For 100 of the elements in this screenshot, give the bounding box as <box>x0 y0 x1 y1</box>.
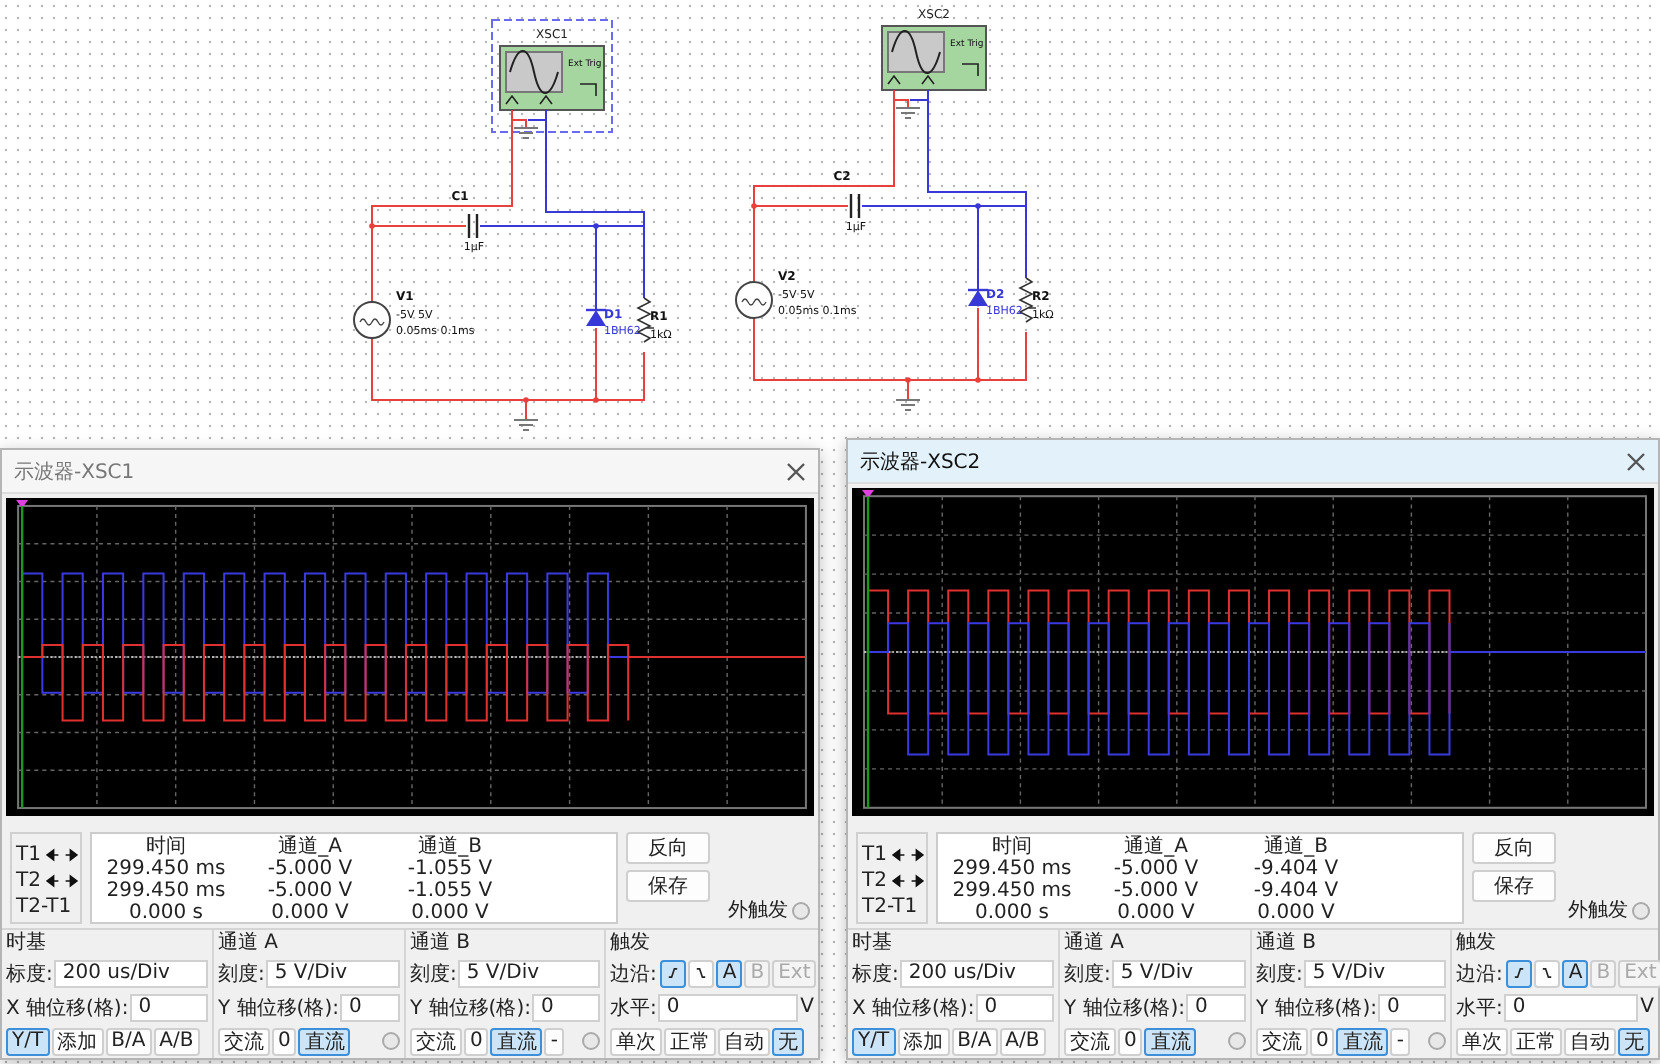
coupling-button[interactable]: 0 <box>1118 1027 1143 1055</box>
source-button[interactable]: A <box>716 959 743 987</box>
field-label: Y 轴位移(格): <box>1256 995 1377 1021</box>
group-title: 通道 A <box>1064 932 1127 954</box>
mode-button[interactable]: 单次 <box>610 1027 662 1055</box>
capacitor-symbol <box>467 212 479 240</box>
window-title: 示波器-XSC2 <box>860 449 981 475</box>
coupling-button[interactable]: 交流 <box>410 1027 462 1055</box>
ground-symbol <box>513 127 539 139</box>
radio-button[interactable] <box>792 901 810 919</box>
right-arrow-icon[interactable] <box>910 846 926 864</box>
mode-button[interactable]: A/B <box>999 1027 1046 1055</box>
readout-value: 299.450 ms <box>950 880 1074 902</box>
coupling-button[interactable]: 交流 <box>1064 1027 1116 1055</box>
scale-field[interactable]: 200 us/Div <box>900 959 1054 987</box>
cursor-marker[interactable] <box>16 500 29 809</box>
group-title: 触发 <box>1456 932 1498 954</box>
right-arrow-icon[interactable] <box>64 846 80 864</box>
mode-button[interactable]: 添加 <box>51 1027 104 1055</box>
scale-field[interactable]: 5 V/Div <box>1304 959 1446 987</box>
coupling-button[interactable]: 直流 <box>1144 1027 1197 1055</box>
oscilloscope-symbol[interactable] <box>499 45 605 111</box>
mode-button[interactable]: B/A <box>105 1027 152 1055</box>
edge-button[interactable] <box>688 959 715 987</box>
window-title: 示波器-XSC1 <box>14 459 135 485</box>
mode-button[interactable]: B/A <box>951 1027 998 1055</box>
offset-field[interactable]: 0 <box>976 993 1054 1021</box>
column-header: 时间 <box>990 836 1034 858</box>
offset-field[interactable]: 0 <box>340 993 400 1021</box>
close-icon[interactable] <box>786 461 806 481</box>
field-label: 刻度: <box>410 961 457 987</box>
right-arrow-icon[interactable] <box>910 872 926 890</box>
radio-button[interactable] <box>382 1032 400 1050</box>
cursor-label: T2-T1 <box>862 896 918 918</box>
radio-button[interactable] <box>1632 901 1650 919</box>
coupling-button[interactable]: 交流 <box>1256 1027 1308 1055</box>
cursor-label: T2 <box>16 870 40 892</box>
mode-button[interactable]: 自动 <box>1564 1027 1616 1055</box>
coupling-button[interactable]: 直流 <box>1336 1027 1389 1055</box>
source-button[interactable]: A <box>1562 959 1589 987</box>
right-arrow-icon[interactable] <box>64 872 80 890</box>
oscilloscope-symbol[interactable] <box>881 25 987 91</box>
coupling-button[interactable]: 0 <box>1310 1027 1335 1055</box>
field-label: 边沿: <box>1456 961 1503 987</box>
level-field[interactable]: 0 <box>658 993 799 1021</box>
mode-button[interactable]: 正常 <box>1510 1027 1562 1055</box>
mode-button[interactable]: 无 <box>772 1027 804 1055</box>
offset-field[interactable]: 0 <box>1186 993 1246 1021</box>
coupling-button[interactable]: 0 <box>464 1027 489 1055</box>
mode-button[interactable]: A/B <box>153 1027 200 1055</box>
offset-field[interactable]: 0 <box>130 993 208 1021</box>
group-title: 通道 A <box>218 932 281 954</box>
group-title: 时基 <box>6 932 48 954</box>
mode-button[interactable]: 添加 <box>897 1027 950 1055</box>
coupling-button[interactable]: - <box>544 1027 564 1055</box>
action-button[interactable]: 反向 <box>1472 832 1556 864</box>
mode-button[interactable]: 无 <box>1618 1027 1650 1055</box>
radio-button[interactable] <box>582 1032 600 1050</box>
radio-button[interactable] <box>1228 1032 1246 1050</box>
field-label: Y 轴位移(格): <box>1064 995 1185 1021</box>
mode-button[interactable]: 自动 <box>718 1027 770 1055</box>
group-title: 触发 <box>610 932 652 954</box>
offset-field[interactable]: 0 <box>1378 993 1446 1021</box>
mode-button[interactable]: Y/T <box>852 1027 896 1055</box>
coupling-button[interactable]: 直流 <box>490 1027 543 1055</box>
offset-field[interactable]: 0 <box>532 993 600 1021</box>
field-label: Y 轴位移(格): <box>218 995 339 1021</box>
unit-label: V <box>800 996 814 1018</box>
radio-button[interactable] <box>1428 1032 1446 1050</box>
scale-field[interactable]: 5 V/Div <box>266 959 400 987</box>
close-icon[interactable] <box>1626 451 1646 471</box>
cursor-marker[interactable] <box>862 490 875 808</box>
coupling-button[interactable]: 0 <box>272 1027 297 1055</box>
readout-value: 0.000 V <box>1115 902 1197 924</box>
scale-field[interactable]: 200 us/Div <box>54 959 208 987</box>
readout-value: 0.000 s <box>126 902 206 924</box>
edge-button[interactable] <box>1506 959 1533 987</box>
mode-button[interactable]: Y/T <box>6 1027 50 1055</box>
action-button[interactable]: 保存 <box>1472 870 1556 902</box>
scale-field[interactable]: 5 V/Div <box>458 959 600 987</box>
action-button[interactable]: 保存 <box>626 870 710 902</box>
scale-field[interactable]: 5 V/Div <box>1112 959 1246 987</box>
mode-button[interactable]: 正常 <box>664 1027 716 1055</box>
coupling-button[interactable]: - <box>1390 1027 1410 1055</box>
field-label: 刻度: <box>1256 961 1303 987</box>
coupling-button[interactable]: 交流 <box>218 1027 270 1055</box>
left-arrow-icon[interactable] <box>890 846 906 864</box>
left-arrow-icon[interactable] <box>44 846 60 864</box>
coupling-button[interactable]: 直流 <box>298 1027 351 1055</box>
edge-button[interactable] <box>660 959 687 987</box>
edge-button[interactable] <box>1534 959 1561 987</box>
readout-value: -5.000 V <box>265 880 355 902</box>
field-label: 刻度: <box>218 961 265 987</box>
junction-dot <box>593 397 599 403</box>
readout-value: 0.000 V <box>409 902 491 924</box>
left-arrow-icon[interactable] <box>44 872 60 890</box>
mode-button[interactable]: 单次 <box>1456 1027 1508 1055</box>
level-field[interactable]: 0 <box>1504 993 1639 1021</box>
left-arrow-icon[interactable] <box>890 872 906 890</box>
action-button[interactable]: 反向 <box>626 832 710 864</box>
